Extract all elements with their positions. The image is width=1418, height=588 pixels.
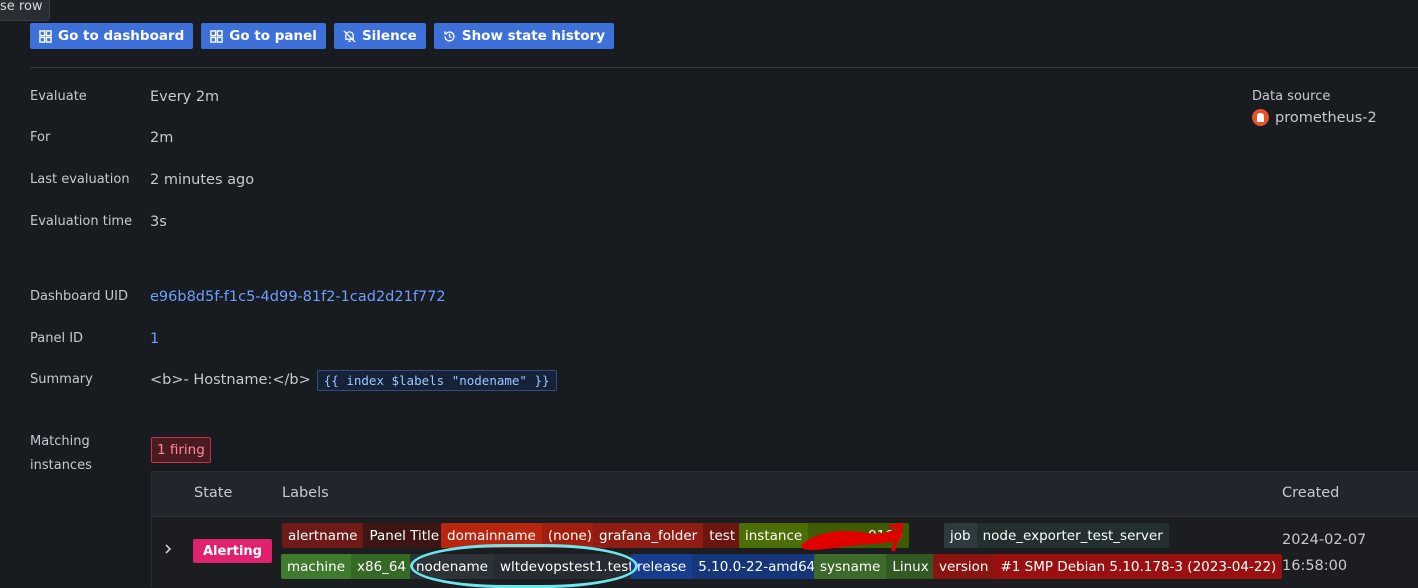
chevron-right-icon[interactable] [162, 543, 174, 555]
label-sysname: sysname Linux [814, 554, 935, 579]
detail-last-evaluation: Last evaluation 2 minutes ago [30, 168, 254, 192]
detail-label: Evaluation time [30, 214, 133, 229]
detail-value: 3s [150, 214, 167, 230]
data-source-value: prometheus-2 [1252, 109, 1377, 126]
header-labels: Labels [282, 485, 329, 501]
go-to-dashboard-button[interactable]: Go to dashboard [30, 23, 194, 49]
apps-icon [210, 29, 224, 43]
detail-evaluation-time: Evaluation time 3s [30, 210, 167, 234]
label-value: (none) [541, 523, 599, 548]
label-key: sysname [814, 554, 887, 579]
label-value: x86_64 [351, 554, 413, 579]
go-to-panel-label: Go to panel [229, 28, 317, 44]
header-created: Created [1282, 485, 1340, 501]
detail-label: Last evaluation [30, 172, 130, 187]
state-badge: Alerting [193, 539, 272, 563]
detail-value: Every 2m [150, 89, 220, 105]
instances-table: State Labels Created Alerting alertname P… [151, 471, 1418, 588]
detail-label: Summary [30, 372, 93, 387]
tooltip: se row [0, 0, 50, 21]
label-value: node_exporter_test_server [976, 523, 1169, 548]
label-key: instance [739, 523, 809, 548]
detail-label: Panel ID [30, 331, 84, 346]
label-key: machine [281, 554, 352, 579]
label-key: alertname [282, 523, 364, 548]
detail-for: For 2m [30, 126, 173, 150]
label-version: version #1 SMP Debian 5.10.178-3 (2023-04… [933, 554, 1283, 579]
go-to-dashboard-label: Go to dashboard [58, 28, 185, 44]
detail-value: 2 minutes ago [150, 172, 255, 188]
history-icon [444, 30, 455, 42]
table-row: Alerting alertname Panel Title domainname(… [152, 517, 1418, 588]
summary-code: {{ index $labels "nodename" }} [316, 369, 557, 391]
silence-label: Silence [361, 28, 417, 44]
label-nodename: nodename wltdevopstest1.test [410, 554, 640, 579]
label-value: 5.10.0-22-amd64 [692, 554, 822, 579]
label-value: Panel Title [363, 523, 446, 548]
table-header: State Labels Created [152, 472, 1418, 517]
label-instance: instance 9100 [739, 523, 909, 548]
label-alertname: alertname Panel Title [282, 523, 446, 548]
prometheus-icon [1252, 109, 1269, 126]
label-key: release [631, 554, 693, 579]
label-value: #1 SMP Debian 5.10.178-3 (2023-04-22) [994, 554, 1283, 579]
created-time: 2024-02-07 16:58:00 [1282, 527, 1366, 579]
label-key: nodename [410, 554, 494, 579]
data-source-name: prometheus-2 [1275, 109, 1377, 126]
label-value: Linux [886, 554, 935, 579]
silence-button[interactable]: Silence [333, 23, 426, 49]
detail-label: Evaluate [30, 89, 87, 104]
dashboard-uid-link[interactable]: e96b8d5f-f1c5-4d99-81f2-1cad2d21f772 [150, 289, 446, 305]
summary-text: <b>- Hostname:</b> [150, 372, 311, 388]
data-source: Data source prometheus-2 [1252, 89, 1377, 126]
label-machine: machine x86_64 [281, 554, 413, 579]
label-grafana_folder: grafana_folder test [593, 523, 742, 548]
detail-dashboard-uid: Dashboard UID e96b8d5f-f1c5-4d99-81f2-1c… [30, 285, 446, 309]
detail-panel-id: Panel ID 1 [30, 327, 159, 351]
detail-label: Dashboard UID [30, 289, 129, 304]
label-job: job node_exporter_test_server [944, 523, 1169, 548]
section-divider [30, 67, 1418, 68]
label-key: domainname [441, 523, 542, 548]
header-state: State [194, 485, 233, 501]
show-state-history-button[interactable]: Show state history [433, 23, 614, 49]
firing-badge: 1 firing [151, 437, 211, 463]
detail-summary: Summary <b>- Hostname:</b> {{ index $lab… [30, 368, 557, 392]
matching-instances-label: Matching instances [30, 434, 92, 473]
panel-id-link[interactable]: 1 [150, 331, 159, 347]
label-key: grafana_folder [593, 523, 704, 548]
label-release: release 5.10.0-22-amd64 [631, 554, 822, 579]
created-clock: 16:58:00 [1282, 558, 1348, 574]
show-state-history-label: Show state history [461, 28, 605, 44]
label-value: test [703, 523, 742, 548]
label-key: job [944, 523, 977, 548]
data-source-label: Data source [1252, 89, 1331, 104]
detail-value: 2m [150, 130, 174, 146]
label-key: version [933, 554, 995, 579]
label-value: 9100 [808, 523, 909, 548]
label-value: wltdevopstest1.test [493, 554, 640, 579]
go-to-panel-button[interactable]: Go to panel [201, 23, 326, 49]
created-date: 2024-02-07 [1282, 532, 1367, 548]
bell-slash-icon [343, 29, 356, 43]
rule-toolbar: Go to dashboard Go to panel Silence Show… [30, 23, 614, 49]
label-domainname: domainname (none) [441, 523, 599, 548]
apps-icon [39, 29, 52, 43]
detail-label: For [30, 130, 51, 145]
detail-evaluate: Evaluate Every 2m [30, 85, 219, 109]
